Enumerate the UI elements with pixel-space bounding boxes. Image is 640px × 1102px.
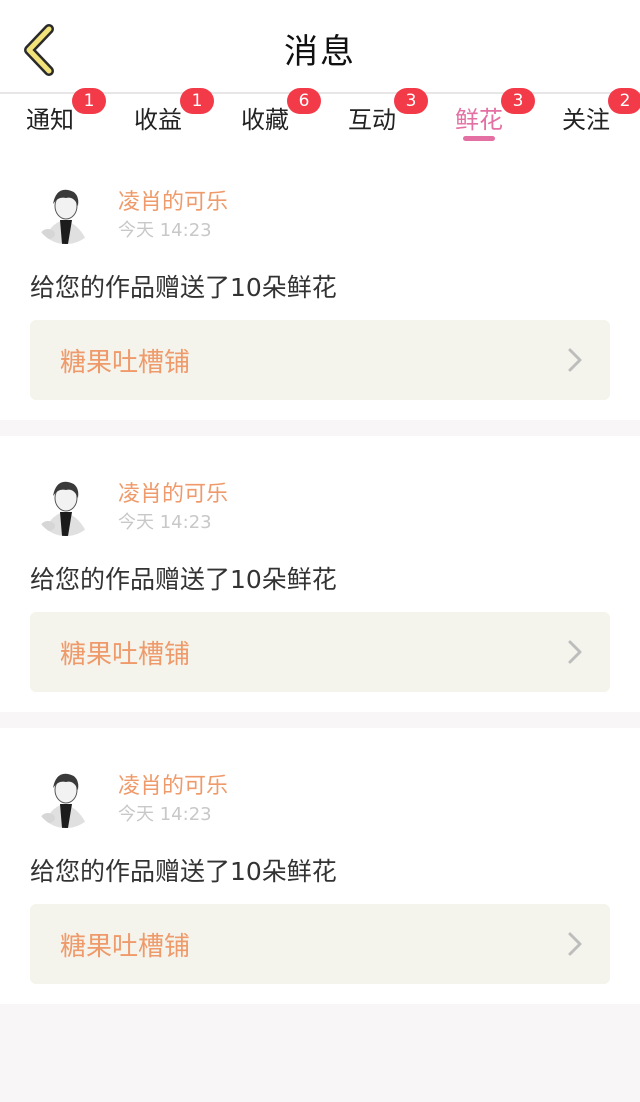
work-title: 糖果吐槽铺 [60,348,191,378]
tab-flowers[interactable]: 鲜花 3 [455,88,535,142]
tab-label: 收益 [134,106,182,134]
tab-follows[interactable]: 关注 2 [562,88,640,142]
timestamp: 今天 14:23 [118,220,212,241]
tab-label: 通知 [26,106,74,134]
sender-name[interactable]: 凌肖的可乐 [118,768,228,800]
chevron-right-icon [568,640,582,664]
user-avatar-icon [34,764,98,828]
sender-name[interactable]: 凌肖的可乐 [118,184,228,216]
timestamp: 今天 14:23 [118,512,212,533]
tab-notifications[interactable]: 通知 1 [26,88,106,142]
tab-interactions[interactable]: 互动 3 [348,88,428,142]
unread-badge: 3 [394,88,428,114]
avatar[interactable] [34,180,98,244]
avatar[interactable] [34,472,98,536]
tab-label: 收藏 [241,106,289,134]
chevron-right-icon [568,348,582,372]
header-bar: 消息 [0,0,640,94]
active-tab-indicator [463,136,495,141]
unread-badge: 3 [501,88,535,114]
user-avatar-icon [34,472,98,536]
message-text: 给您的作品赠送了10朵鲜花 [30,565,337,594]
tab-earnings[interactable]: 收益 1 [134,88,214,142]
tab-label: 互动 [348,106,396,134]
chevron-right-icon [568,932,582,956]
avatar[interactable] [34,764,98,828]
work-link[interactable]: 糖果吐槽铺 [30,612,610,692]
unread-badge: 1 [180,88,214,114]
message-card: 凌肖的可乐 今天 14:23 给您的作品赠送了10朵鲜花 糖果吐槽铺 [0,144,640,420]
sender-name[interactable]: 凌肖的可乐 [118,476,228,508]
work-title: 糖果吐槽铺 [60,932,191,962]
unread-badge: 1 [72,88,106,114]
page-title: 消息 [284,32,356,72]
tab-bar: 通知 1 收益 1 收藏 6 互动 3 鲜花 3 关注 2 [0,88,640,144]
message-text: 给您的作品赠送了10朵鲜花 [30,273,337,302]
unread-badge: 6 [287,88,321,114]
user-avatar-icon [34,180,98,244]
tab-favorites[interactable]: 收藏 6 [241,88,321,142]
work-link[interactable]: 糖果吐槽铺 [30,904,610,984]
work-title: 糖果吐槽铺 [60,640,191,670]
tab-label: 关注 [562,106,610,134]
message-card: 凌肖的可乐 今天 14:23 给您的作品赠送了10朵鲜花 糖果吐槽铺 [0,436,640,712]
work-link[interactable]: 糖果吐槽铺 [30,320,610,400]
message-card: 凌肖的可乐 今天 14:23 给您的作品赠送了10朵鲜花 糖果吐槽铺 [0,728,640,1004]
unread-badge: 2 [608,88,640,114]
timestamp: 今天 14:23 [118,804,212,825]
tab-label: 鲜花 [455,106,503,134]
message-text: 给您的作品赠送了10朵鲜花 [30,857,337,886]
